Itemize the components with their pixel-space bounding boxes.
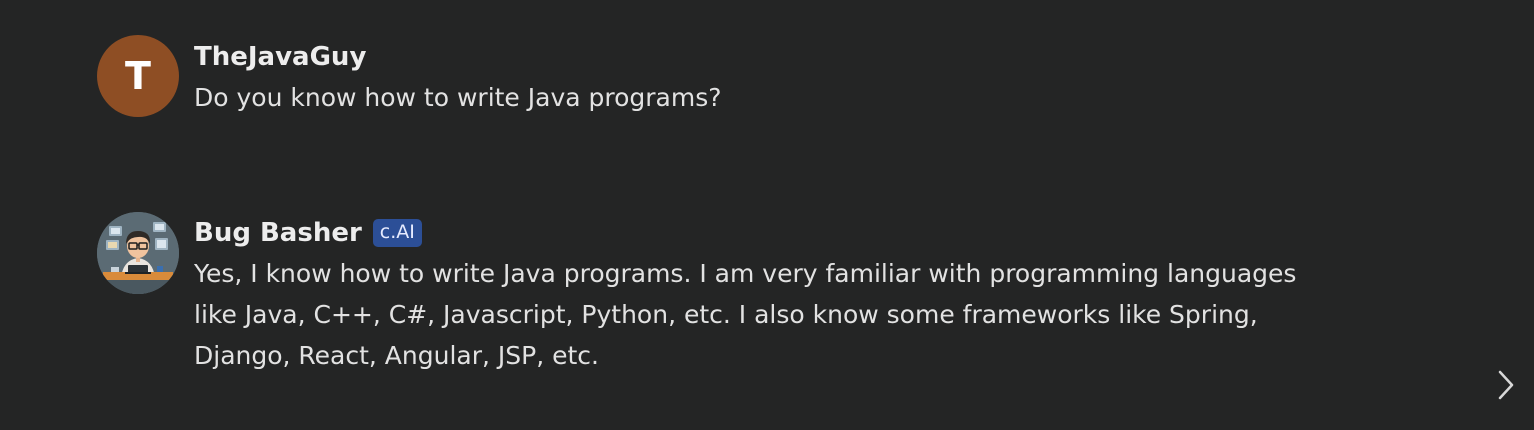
chevron-right-icon-svg bbox=[1498, 370, 1514, 400]
author-row: Bug Basher c.AI bbox=[194, 213, 1344, 253]
avatar[interactable] bbox=[97, 212, 179, 294]
author-name[interactable]: TheJavaGuy bbox=[194, 42, 366, 72]
message-user: T TheJavaGuy Do you know how to write Ja… bbox=[97, 35, 1344, 118]
message-bot: Bug Basher c.AI Yes, I know how to write… bbox=[97, 212, 1344, 376]
avatar[interactable]: T bbox=[97, 35, 179, 117]
chevron-right-icon[interactable] bbox=[1494, 369, 1518, 401]
developer-avatar-icon bbox=[97, 212, 179, 294]
author-name[interactable]: Bug Basher bbox=[194, 218, 362, 248]
ai-badge: c.AI bbox=[372, 219, 422, 247]
author-row: TheJavaGuy bbox=[194, 37, 1344, 77]
message-text: Yes, I know how to write Java programs. … bbox=[194, 259, 1297, 370]
avatar-letter: T bbox=[125, 54, 151, 98]
message-text: Do you know how to write Java programs? bbox=[194, 83, 722, 112]
message-body: TheJavaGuy Do you know how to write Java… bbox=[194, 35, 1344, 118]
message-body: Bug Basher c.AI Yes, I know how to write… bbox=[194, 212, 1344, 376]
